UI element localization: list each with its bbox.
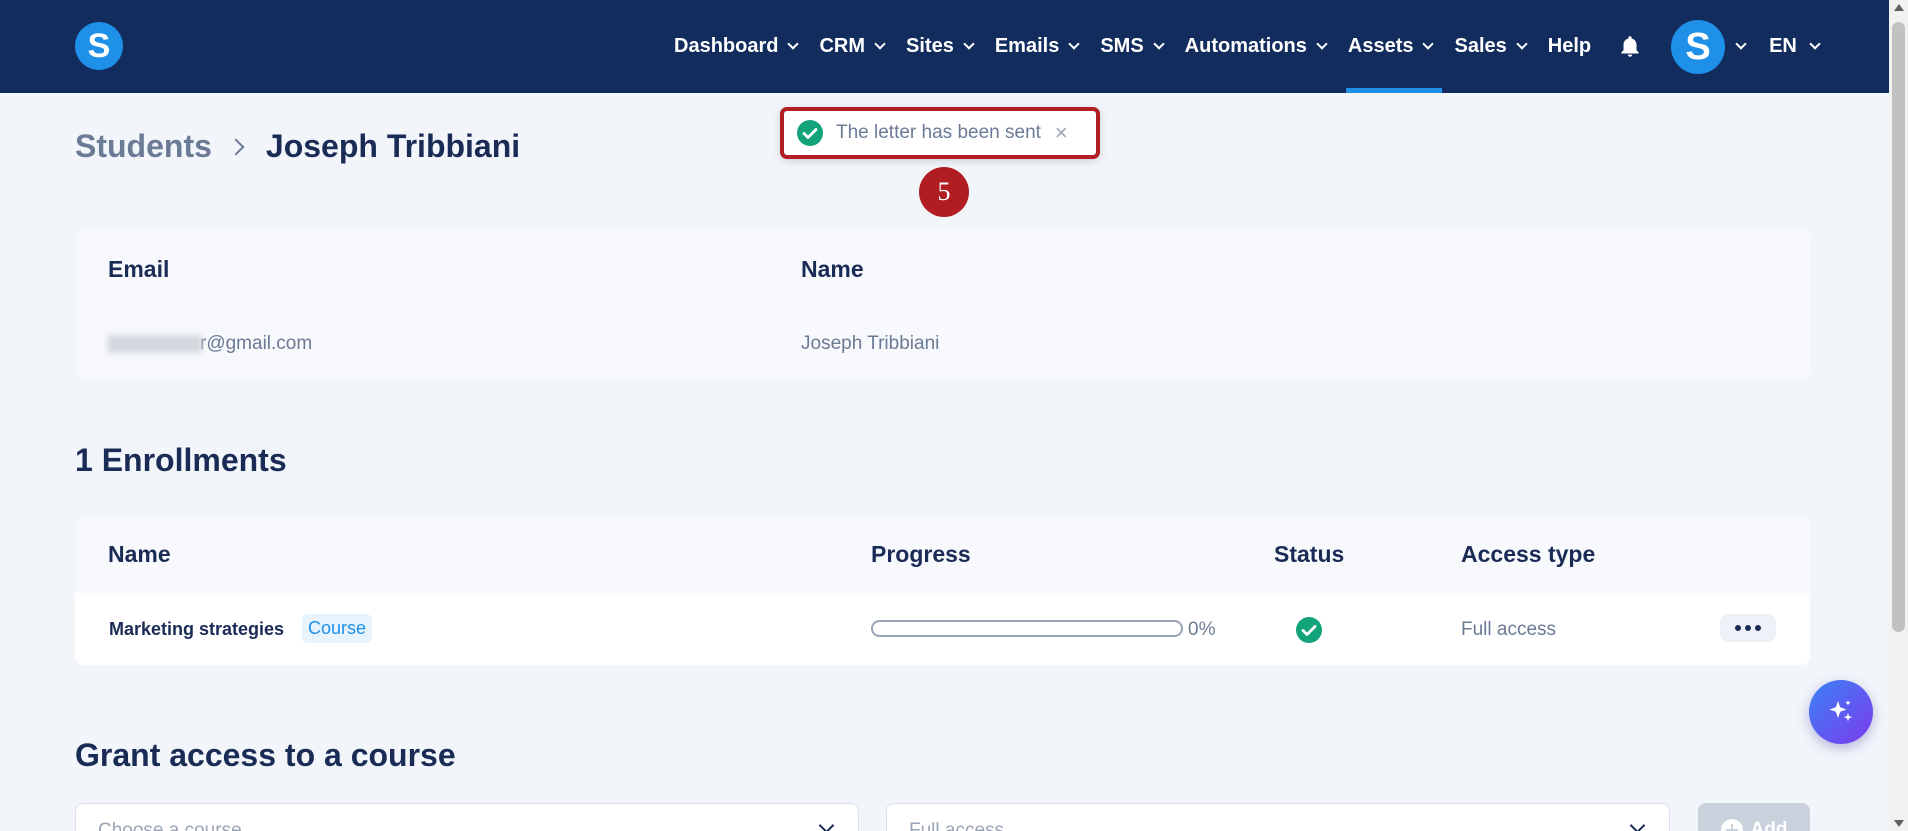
- chevron-down-icon: [963, 38, 975, 50]
- table-row: Marketing strategies Course 0% Full acce…: [75, 593, 1810, 665]
- nav-crm-label: CRM: [819, 35, 866, 57]
- nav-crm[interactable]: CRM: [819, 0, 886, 93]
- email-value: r@gmail.com: [108, 333, 312, 355]
- status-complete-icon: [1296, 617, 1322, 643]
- name-label: Name: [801, 256, 864, 282]
- sparkles-icon: [1829, 700, 1853, 722]
- email-visible-part: r@gmail.com: [200, 333, 313, 354]
- column-header-progress: Progress: [871, 541, 971, 567]
- nav-sites-label: Sites: [906, 35, 954, 57]
- chevron-down-icon: [787, 38, 800, 50]
- email-label: Email: [108, 256, 170, 282]
- breadcrumb: Students Joseph Tribbiani: [75, 128, 520, 165]
- access-type-select-value: Full access: [909, 820, 1005, 831]
- chevron-down-icon: [1516, 38, 1528, 50]
- page-scrollbar[interactable]: [1889, 0, 1908, 831]
- nav-sales-label: Sales: [1454, 35, 1507, 57]
- more-dot-icon: [1735, 625, 1741, 631]
- plus-circle-icon: [1720, 819, 1743, 831]
- app-logo[interactable]: S: [75, 22, 123, 70]
- ai-assistant-button[interactable]: [1809, 680, 1873, 744]
- redacted-email-part: [108, 334, 202, 353]
- course-name[interactable]: Marketing strategies: [109, 619, 284, 640]
- user-avatar[interactable]: S: [1671, 19, 1726, 74]
- course-type-badge: Course: [302, 614, 373, 643]
- nav-sites[interactable]: Sites: [906, 0, 975, 93]
- language-selector[interactable]: EN: [1769, 35, 1821, 58]
- column-header-name: Name: [108, 541, 171, 567]
- grant-access-title: Grant access to a course: [75, 737, 456, 773]
- language-label: EN: [1769, 35, 1797, 57]
- chevron-down-icon: [1316, 38, 1328, 50]
- chevron-down-icon: [1809, 38, 1821, 50]
- progress-percent: 0%: [1188, 619, 1216, 640]
- course-select[interactable]: Choose a course: [75, 803, 859, 831]
- chevron-down-icon: [1152, 38, 1165, 50]
- course-select-placeholder: Choose a course: [98, 820, 242, 831]
- more-dot-icon: [1755, 625, 1761, 631]
- chevron-down-icon[interactable]: [1735, 38, 1747, 50]
- chevron-down-icon: [1422, 38, 1435, 50]
- scroll-down-arrow-icon[interactable]: [1894, 820, 1904, 827]
- nav-emails[interactable]: Emails: [994, 0, 1080, 93]
- nav-assets-label: Assets: [1347, 35, 1414, 57]
- nav-help-label: Help: [1547, 35, 1592, 57]
- name-value: Joseph Tribbiani: [801, 333, 940, 354]
- column-header-access-type: Access type: [1461, 541, 1596, 567]
- add-access-button[interactable]: Add: [1698, 803, 1810, 831]
- more-dot-icon: [1745, 625, 1751, 631]
- check-circle-icon: [797, 120, 823, 146]
- progress-bar: [871, 620, 1183, 637]
- nav-dashboard[interactable]: Dashboard: [674, 0, 800, 93]
- chevron-down-icon: [1068, 38, 1080, 50]
- nav-emails-label: Emails: [994, 35, 1060, 57]
- add-button-label: Add: [1750, 819, 1788, 831]
- column-header-status: Status: [1274, 541, 1345, 567]
- nav-sms[interactable]: SMS: [1100, 0, 1165, 93]
- chevron-right-icon: [227, 138, 245, 155]
- nav-sms-label: SMS: [1100, 35, 1144, 57]
- breadcrumb-students-link[interactable]: Students: [75, 128, 212, 165]
- scroll-thumb[interactable]: [1892, 22, 1905, 632]
- chevron-down-icon: [874, 38, 886, 50]
- toast-message: The letter has been sent: [836, 122, 1041, 143]
- enrollments-table: Name Progress Status Access type Marketi…: [75, 517, 1810, 665]
- enrollments-title: 1 Enrollments: [75, 442, 287, 478]
- student-info-card: Email Name r@gmail.com Joseph Tribbiani: [75, 230, 1810, 378]
- bell-icon[interactable]: [1617, 34, 1643, 60]
- chevron-down-icon: [818, 817, 835, 831]
- step-number-badge: 5: [919, 167, 969, 217]
- table-header: Name Progress Status Access type: [75, 517, 1810, 593]
- chevron-down-icon: [1629, 817, 1646, 831]
- access-type-select[interactable]: Full access: [886, 803, 1670, 831]
- close-icon[interactable]: ×: [1055, 120, 1068, 146]
- nav-automations-label: Automations: [1184, 35, 1307, 57]
- page-title: Joseph Tribbiani: [265, 128, 521, 164]
- main-nav: Dashboard CRM Sites Emails SMS Automatio…: [674, 0, 1821, 93]
- nav-automations[interactable]: Automations: [1184, 0, 1328, 93]
- access-type-value: Full access: [1461, 619, 1557, 640]
- nav-assets[interactable]: Assets: [1345, 0, 1443, 93]
- success-toast: The letter has been sent ×: [780, 107, 1100, 159]
- nav-dashboard-label: Dashboard: [674, 35, 779, 57]
- scroll-up-arrow-icon[interactable]: [1894, 4, 1904, 11]
- nav-help[interactable]: Help: [1548, 0, 1591, 93]
- nav-sales[interactable]: Sales: [1454, 0, 1528, 93]
- more-options-button[interactable]: [1720, 614, 1776, 642]
- top-navbar: S Dashboard CRM Sites Emails SMS Automat…: [0, 0, 1889, 93]
